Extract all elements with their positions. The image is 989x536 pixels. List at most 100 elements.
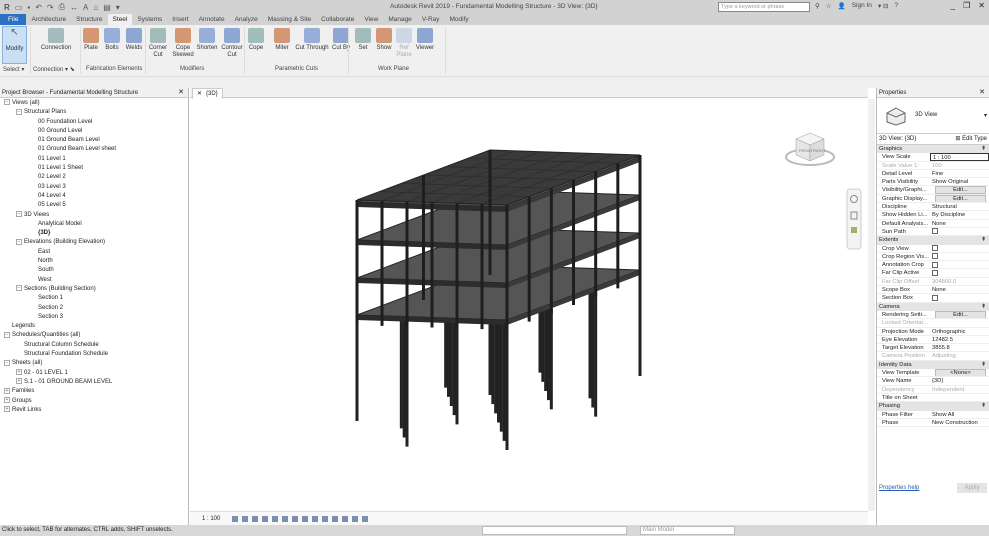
building-model[interactable]	[355, 149, 642, 450]
tab-modify[interactable]: Modify	[445, 14, 474, 25]
print-icon[interactable]: ⎙	[59, 2, 65, 12]
browser-item[interactable]: East	[0, 248, 188, 257]
property-value[interactable]: By Discipline	[930, 211, 989, 218]
switch-windows-icon[interactable]: ▤	[103, 3, 111, 12]
close-button[interactable]: ✕	[978, 1, 985, 10]
customize-qat-icon[interactable]: ▾	[116, 3, 120, 12]
worksharing-icon[interactable]	[332, 516, 338, 522]
shadows-icon[interactable]	[262, 516, 268, 522]
set-button[interactable]: Set	[355, 26, 371, 52]
browser-item[interactable]: Section 2	[0, 304, 188, 313]
tab-insert[interactable]: Insert	[167, 14, 193, 25]
browser-item[interactable]: Structural Foundation Schedule	[0, 350, 188, 359]
measure-icon[interactable]: ↔	[70, 3, 78, 12]
welds-button[interactable]: Welds	[125, 26, 143, 52]
highlight-displacement-icon[interactable]	[342, 516, 348, 522]
expand-icon[interactable]: +	[4, 406, 10, 413]
collapse-icon[interactable]: −	[16, 285, 22, 292]
browser-item[interactable]: 01 Ground Beam Level sheet	[0, 145, 188, 154]
collapse-icon[interactable]: ⇞	[981, 303, 986, 311]
open-icon[interactable]: ▭	[15, 3, 23, 12]
star-icon[interactable]: ☆	[826, 2, 832, 10]
collapse-icon[interactable]: −	[4, 99, 10, 106]
property-value[interactable]: Show Original	[930, 178, 989, 185]
browser-item[interactable]: Structural Column Schedule	[0, 341, 188, 350]
temp-hide-icon[interactable]	[312, 516, 318, 522]
property-value[interactable]: Edit...	[930, 194, 989, 203]
property-value[interactable]: Edit...	[930, 310, 989, 319]
property-value[interactable]: Fine	[930, 170, 989, 177]
browser-item[interactable]: −3D Views	[0, 210, 188, 220]
tab-systems[interactable]: Systems	[132, 14, 167, 25]
panel-label[interactable]: Connection ▾ ⬊	[33, 66, 75, 73]
property-value[interactable]	[930, 261, 989, 268]
expand-icon[interactable]: +	[16, 369, 22, 376]
property-group-graphics[interactable]: Graphics ⇞	[877, 145, 989, 154]
visual-style-icon[interactable]	[242, 516, 248, 522]
collapse-icon[interactable]: −	[16, 238, 22, 245]
tab-collaborate[interactable]: Collaborate	[316, 14, 359, 25]
3d-structure-model[interactable]: FRONT RIGHT	[190, 99, 868, 511]
redo-icon[interactable]: ↷	[47, 3, 54, 12]
tab-structure[interactable]: Structure	[71, 14, 107, 25]
browser-item[interactable]: 00 Ground Level	[0, 127, 188, 136]
expand-icon[interactable]: +	[4, 396, 10, 403]
browser-item[interactable]: + S.1 - 01 GROUND BEAM LEVEL	[0, 378, 188, 387]
edit-button[interactable]: Edit...	[935, 186, 986, 194]
property-value[interactable]: <None>	[930, 369, 989, 377]
plate-button[interactable]: Plate	[82, 26, 100, 52]
checkbox[interactable]	[932, 294, 938, 301]
search-input[interactable]: Type a keyword or phrase	[718, 2, 810, 12]
save-icon[interactable]: ▪	[27, 3, 30, 12]
tab-view[interactable]: View	[359, 14, 383, 25]
browser-item[interactable]: − Schedules/Quantities (all)	[0, 331, 188, 340]
property-group-extents[interactable]: Extents ⇞	[877, 236, 989, 245]
tab-analyze[interactable]: Analyze	[230, 14, 263, 25]
edit-button[interactable]: Edit...	[935, 194, 986, 203]
browser-item[interactable]: North	[0, 257, 188, 266]
viewcube[interactable]: FRONT RIGHT	[785, 132, 835, 166]
browser-item[interactable]: 05 Level 5	[0, 201, 188, 210]
browser-item[interactable]: − Structural Plans	[0, 108, 188, 117]
browser-item[interactable]: − Elevations (Building Elevation)	[0, 238, 188, 247]
browser-item[interactable]: − Views (all)	[0, 99, 188, 108]
collapse-icon[interactable]: ⇞	[981, 145, 986, 153]
browser-item[interactable]: West	[0, 276, 188, 285]
property-group-phasing[interactable]: Phasing ⇞	[877, 402, 989, 411]
browser-item[interactable]: + Groups	[0, 396, 188, 406]
property-value[interactable]: {3D}	[930, 377, 989, 384]
browser-item[interactable]: Section 1	[0, 294, 188, 303]
browser-item[interactable]: Legends	[0, 322, 188, 331]
property-value[interactable]	[930, 245, 989, 252]
cope-button[interactable]: Cope	[245, 26, 267, 52]
minimize-button[interactable]: _	[951, 1, 955, 10]
property-value[interactable]: Edit...	[930, 186, 989, 194]
checkbox[interactable]	[932, 228, 938, 235]
property-value[interactable]	[930, 294, 989, 301]
property-value[interactable]: Orthographic	[930, 328, 989, 335]
revit-logo-icon[interactable]: R	[4, 3, 10, 12]
property-value[interactable]: New Construction	[930, 419, 989, 426]
browser-item[interactable]: +02 - 01 LEVEL 1	[0, 369, 188, 378]
expand-icon[interactable]: +	[4, 387, 10, 394]
reveal-hidden-icon[interactable]	[322, 516, 328, 522]
navigation-bar[interactable]	[846, 188, 862, 250]
user-icon[interactable]: 👤	[838, 2, 846, 10]
property-value[interactable]: 3855.8	[930, 344, 989, 351]
property-value[interactable]	[930, 269, 989, 276]
miter-button[interactable]: Miter	[272, 26, 292, 52]
collapse-icon[interactable]: −	[16, 210, 22, 217]
tab-manage[interactable]: Manage	[383, 14, 417, 25]
close-icon[interactable]: ✕	[178, 88, 184, 98]
checkbox[interactable]	[932, 261, 938, 268]
collapse-icon[interactable]: −	[16, 108, 22, 115]
property-value[interactable]: 1 : 100	[930, 153, 989, 161]
close-icon[interactable]: ✕	[197, 91, 202, 97]
chevron-down-icon[interactable]: ▾	[984, 112, 987, 119]
instance-filter[interactable]: 3D View: {3D} ⊞ Edit Type	[877, 134, 989, 145]
crop-view-icon[interactable]	[282, 516, 288, 522]
show-button[interactable]: Show	[375, 26, 393, 52]
browser-item[interactable]: + Revit Links	[0, 406, 188, 415]
browser-item[interactable]: 00 Foundation Level	[0, 118, 188, 127]
property-value[interactable]	[930, 253, 989, 260]
